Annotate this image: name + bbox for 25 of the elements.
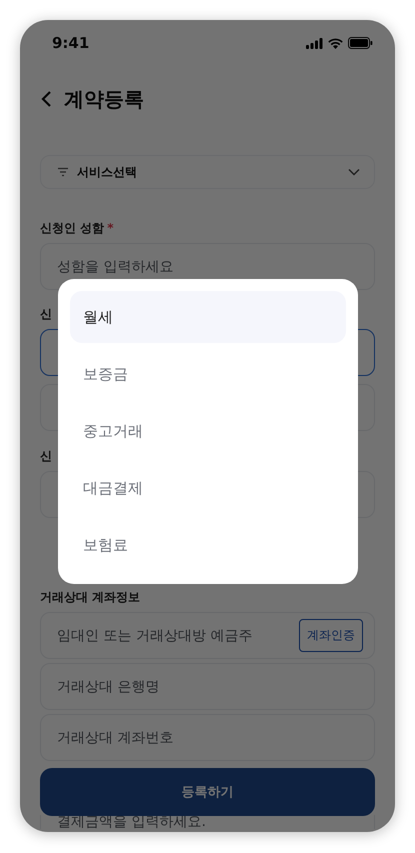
wifi-icon bbox=[328, 38, 343, 48]
input-field[interactable]: 거래상대 계좌번호 bbox=[40, 714, 375, 761]
signal-icon bbox=[306, 38, 323, 48]
page-title: 계약등록 bbox=[64, 86, 144, 112]
field-label: 거래상대 계좌정보 bbox=[40, 588, 140, 606]
verify-account-button[interactable]: 계좌인증 bbox=[299, 619, 363, 652]
service-select[interactable]: 서비스선택 bbox=[40, 155, 375, 189]
option-item[interactable]: 대금결제 bbox=[70, 462, 346, 514]
input-field[interactable]: 결제금액을 입력하세요. bbox=[40, 815, 375, 829]
option-item[interactable]: 보증금 bbox=[70, 348, 346, 400]
field-label: 신 bbox=[40, 448, 52, 464]
required-mark: * bbox=[107, 221, 114, 235]
back-icon[interactable] bbox=[40, 90, 52, 108]
chevron-down-icon bbox=[348, 168, 360, 176]
option-item[interactable]: 월세 bbox=[70, 291, 346, 343]
register-button[interactable]: 등록하기 bbox=[40, 768, 375, 816]
option-item[interactable]: 중고거래 bbox=[70, 405, 346, 457]
option-item[interactable]: 보험료 bbox=[70, 519, 346, 571]
input-field[interactable]: 거래상대 은행명 bbox=[40, 663, 375, 710]
filter-icon bbox=[57, 167, 69, 177]
select-label: 서비스선택 bbox=[77, 164, 138, 180]
field-label: 신 bbox=[40, 306, 52, 322]
battery-icon bbox=[348, 37, 373, 49]
status-time: 9:41 bbox=[52, 34, 90, 52]
field-label: 신청인 성함 bbox=[40, 220, 104, 236]
